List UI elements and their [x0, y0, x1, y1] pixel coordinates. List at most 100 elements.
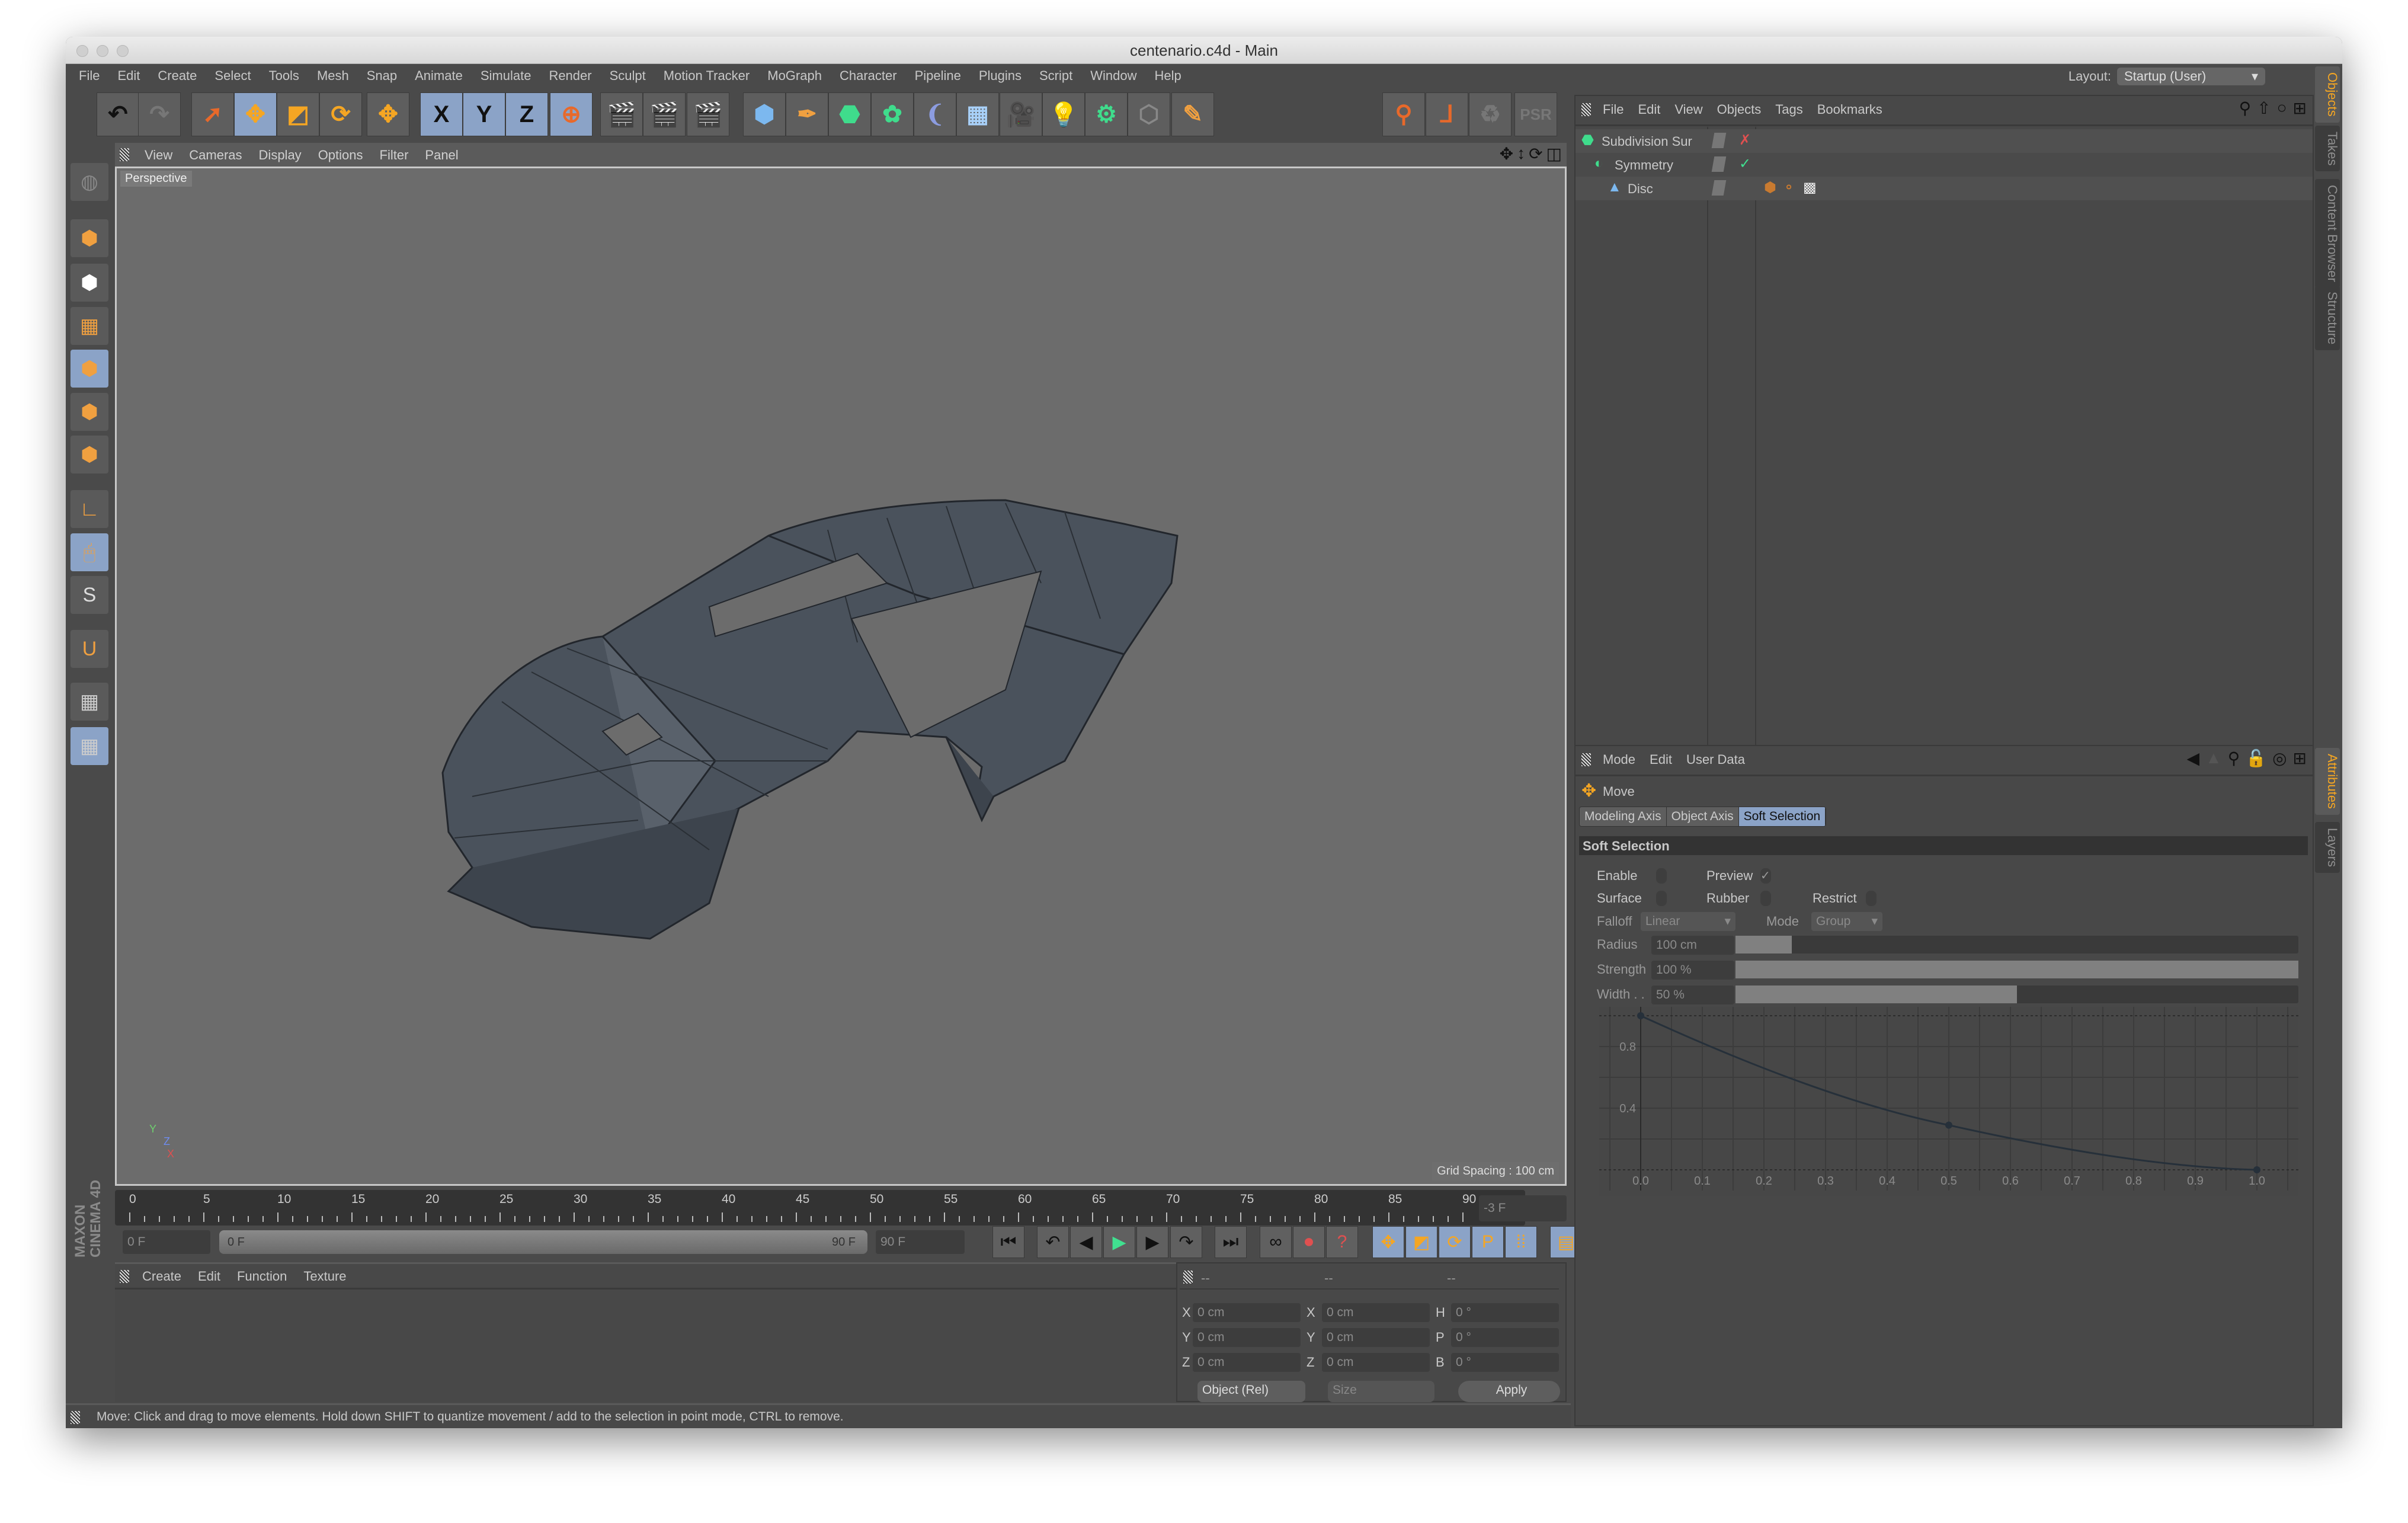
layout-dropdown[interactable]: Startup (User) ▾ — [2117, 68, 2265, 85]
texture-mode-button[interactable]: ⬢ — [71, 264, 108, 302]
next-key-button[interactable]: ↷ — [1170, 1226, 1202, 1258]
object-row-subdivision[interactable]: ⬣ Subdivision Sur ✗ — [1576, 129, 2313, 153]
menu-animate[interactable]: Animate — [415, 68, 463, 84]
character-button[interactable]: ⬡ — [1128, 92, 1170, 136]
lock-icon[interactable]: 🔓 — [2246, 748, 2266, 768]
rotate-button[interactable]: ⟳ — [319, 92, 362, 136]
z-axis-lock-button[interactable]: Z — [505, 92, 548, 136]
position-x-field[interactable]: 0 cm — [1193, 1303, 1301, 1322]
undo-button[interactable]: ↶ — [97, 92, 139, 136]
render-view-button[interactable]: 🎬 — [600, 92, 643, 136]
record-active-objects-button[interactable]: ⏺ — [1293, 1226, 1325, 1258]
material-menu-function[interactable]: Function — [237, 1269, 287, 1284]
object-menu-file[interactable]: File — [1603, 102, 1624, 117]
menu-mograph[interactable]: MoGraph — [767, 68, 822, 84]
go-to-end-button[interactable]: ⏭ — [1215, 1226, 1247, 1258]
previous-frame-button[interactable]: ◀ — [1070, 1226, 1102, 1258]
surface-checkbox[interactable] — [1656, 891, 1667, 906]
snap-button[interactable]: U — [71, 630, 108, 668]
polygons-mode-button[interactable]: ⬢ — [71, 436, 108, 473]
strength-field[interactable]: 100 % — [1651, 961, 1734, 980]
subdivision-surface-button[interactable]: ⬣ — [828, 92, 871, 136]
key-position-button[interactable]: ✥ — [1372, 1226, 1404, 1258]
light-button[interactable]: 💡 — [1042, 92, 1085, 136]
object-menu-bookmarks[interactable]: Bookmarks — [1817, 102, 1882, 117]
workplane-button[interactable]: ▦ — [71, 307, 108, 345]
phong-tag-icon[interactable]: ⚬ — [1783, 179, 1795, 196]
viewport-menu-view[interactable]: View — [145, 148, 172, 163]
motion-record-button[interactable]: ∞ — [1260, 1226, 1292, 1258]
x-axis-lock-button[interactable]: X — [420, 92, 463, 136]
key-pla-button[interactable]: ⁞⁞ — [1505, 1226, 1537, 1258]
menu-create[interactable]: Create — [158, 68, 197, 84]
autokeying-button[interactable]: ? — [1326, 1226, 1358, 1258]
menu-render[interactable]: Render — [549, 68, 591, 84]
panel-grip-icon[interactable] — [71, 1411, 80, 1424]
edges-mode-button[interactable]: ⬢ — [71, 393, 108, 431]
play-button[interactable]: ▶ — [1103, 1226, 1135, 1258]
size-mode-dropdown[interactable]: Size — [1328, 1381, 1434, 1402]
axis-mode-button[interactable]: ∟ — [71, 490, 108, 528]
radius-field[interactable]: 100 cm — [1651, 936, 1734, 955]
start-frame-field[interactable]: 0 F — [123, 1230, 210, 1254]
side-tab-objects[interactable]: Objects — [2315, 66, 2340, 123]
curve-knot[interactable] — [2253, 1166, 2260, 1173]
xpresso-button[interactable]: ⚙ — [1085, 92, 1128, 136]
panel-grip-icon[interactable] — [120, 148, 129, 161]
panel-grip-icon[interactable] — [1581, 103, 1591, 116]
close-window-button[interactable] — [76, 45, 88, 57]
tab-modeling-axis[interactable]: Modeling Axis — [1580, 807, 1667, 826]
visibility-icon[interactable]: ○ — [2277, 98, 2287, 118]
size-y-field[interactable]: 0 cm — [1322, 1328, 1430, 1347]
deformer-bend-button[interactable]: ❨ — [914, 92, 956, 136]
menu-tools[interactable]: Tools — [269, 68, 299, 84]
cube-button[interactable]: ⬢ — [743, 92, 786, 136]
key-rotation-button[interactable]: ⟳ — [1439, 1226, 1471, 1258]
panel-grip-icon[interactable] — [1183, 1271, 1193, 1284]
rotation-p-field[interactable]: 0 ° — [1451, 1328, 1559, 1347]
material-menu-texture[interactable]: Texture — [303, 1269, 346, 1284]
attribute-menu-edit[interactable]: Edit — [1650, 752, 1672, 767]
tweak-mode-button[interactable]: 🖱 — [71, 533, 108, 571]
object-enabled-toggle[interactable]: ✓ — [1739, 155, 1751, 172]
viewport-menu-cameras[interactable]: Cameras — [189, 148, 242, 163]
viewport-menu-options[interactable]: Options — [318, 148, 363, 163]
layer-visibility-toggle[interactable] — [1711, 180, 1727, 196]
search-icon[interactable]: ⚲ — [2228, 748, 2240, 768]
menu-character[interactable]: Character — [840, 68, 897, 84]
menu-select[interactable]: Select — [214, 68, 251, 84]
object-menu-edit[interactable]: Edit — [1638, 102, 1660, 117]
curve-knot[interactable] — [1945, 1121, 1952, 1129]
back-arrow-icon[interactable]: ◀ — [2186, 748, 2199, 768]
redo-button[interactable]: ↷ — [138, 92, 181, 136]
falloff-curve-graph[interactable]: 0.0 0.1 0.2 0.3 0.4 0.5 0.6 0.7 0.8 0.9 1.0 0.4 0.8 — [1599, 1007, 2298, 1196]
side-tab-structure[interactable]: Structure — [2315, 286, 2340, 351]
dolly-view-icon[interactable]: ↕ — [1517, 144, 1525, 164]
rotate-view-icon[interactable]: ⟳ — [1529, 144, 1542, 164]
tab-object-axis[interactable]: Object Axis — [1666, 807, 1739, 826]
scale-button[interactable]: ◩ — [277, 92, 319, 136]
menu-snap[interactable]: Snap — [367, 68, 397, 84]
new-panel-icon[interactable]: ⊞ — [2293, 98, 2307, 118]
material-menu-create[interactable]: Create — [142, 1269, 181, 1284]
layer-visibility-toggle[interactable] — [1711, 133, 1727, 148]
up-arrow-icon[interactable]: ▲ — [2205, 748, 2222, 768]
live-selection-button[interactable]: ➚ — [191, 92, 234, 136]
viewport-menu-panel[interactable]: Panel — [425, 148, 458, 163]
menu-pipeline[interactable]: Pipeline — [915, 68, 961, 84]
object-enabled-toggle[interactable]: ✗ — [1739, 132, 1751, 149]
width-slider[interactable] — [1735, 986, 2298, 1003]
last-tool-move-button[interactable]: ✥ — [367, 92, 409, 136]
y-axis-lock-button[interactable]: Y — [463, 92, 505, 136]
viewport-menu-display[interactable]: Display — [259, 148, 302, 163]
key-parameter-button[interactable]: P — [1472, 1226, 1504, 1258]
object-menu-objects[interactable]: Objects — [1717, 102, 1762, 117]
side-tab-takes[interactable]: Takes — [2315, 126, 2340, 172]
minimize-window-button[interactable] — [97, 45, 108, 57]
cloner-button[interactable]: ✿ — [871, 92, 914, 136]
menu-sculpt[interactable]: Sculpt — [610, 68, 646, 84]
recycle-button[interactable]: ♻ — [1469, 92, 1512, 136]
position-y-field[interactable]: 0 cm — [1193, 1328, 1301, 1347]
next-frame-button[interactable]: ▶ — [1136, 1226, 1168, 1258]
search-icon[interactable]: ⚲ — [2239, 98, 2252, 118]
